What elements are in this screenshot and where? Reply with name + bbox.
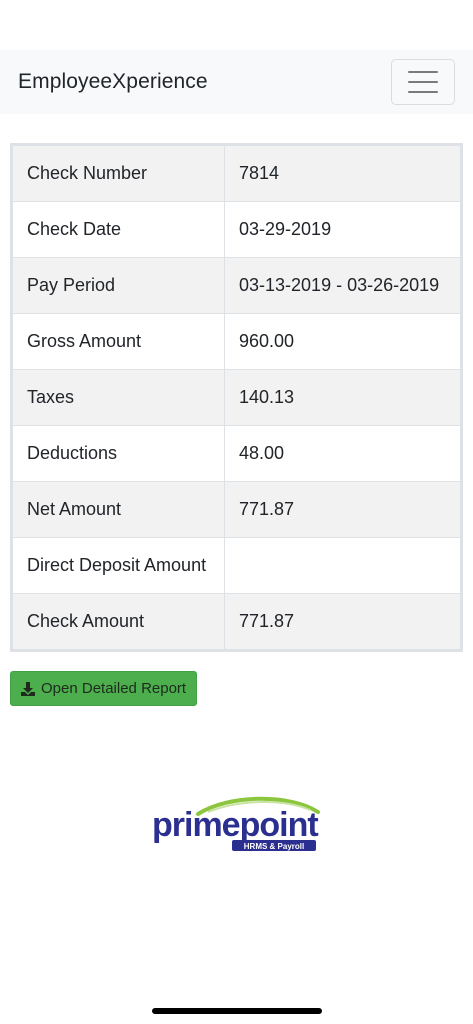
hamburger-menu-icon-line	[408, 81, 438, 83]
hamburger-menu-icon	[408, 71, 438, 73]
table-row: Net Amount 771.87	[12, 481, 461, 538]
open-detailed-report-label: Open Detailed Report	[41, 680, 187, 697]
status-bar-area	[0, 0, 473, 50]
row-label: Deductions	[12, 425, 225, 482]
row-value	[224, 537, 461, 594]
app-brand[interactable]: EmployeeXperience	[18, 70, 208, 94]
hamburger-menu-button[interactable]	[391, 59, 455, 105]
table-row: Check Number 7814	[12, 145, 461, 202]
top-navbar: EmployeeXperience	[0, 50, 473, 114]
row-label: Direct Deposit Amount	[12, 537, 225, 594]
row-value: 03-13-2019 - 03-26-2019	[224, 257, 461, 314]
open-detailed-report-button[interactable]: Open Detailed Report	[10, 671, 198, 706]
row-value: 140.13	[224, 369, 461, 426]
row-label: Check Date	[12, 201, 225, 258]
row-label: Taxes	[12, 369, 225, 426]
home-indicator[interactable]	[152, 1008, 322, 1014]
row-value: 03-29-2019	[224, 201, 461, 258]
table-row: Gross Amount 960.00	[12, 313, 461, 370]
table-row: Check Date 03-29-2019	[12, 201, 461, 258]
row-label: Check Amount	[12, 593, 225, 650]
row-label: Pay Period	[12, 257, 225, 314]
download-icon	[21, 681, 35, 696]
table-row: Deductions 48.00	[12, 425, 461, 482]
table-row: Direct Deposit Amount	[12, 537, 461, 594]
row-label: Net Amount	[12, 481, 225, 538]
row-label: Gross Amount	[12, 313, 225, 370]
check-details-table: Check Number 7814 Check Date 03-29-2019 …	[10, 143, 463, 652]
table-row: Pay Period 03-13-2019 - 03-26-2019	[12, 257, 461, 314]
svg-text:primepoint: primepoint	[152, 806, 318, 844]
row-value: 960.00	[224, 313, 461, 370]
row-value: 48.00	[224, 425, 461, 482]
row-value: 771.87	[224, 593, 461, 650]
table-row: Taxes 140.13	[12, 369, 461, 426]
table-row: Check Amount 771.87	[12, 593, 461, 650]
row-value: 771.87	[224, 481, 461, 538]
row-value: 7814	[224, 145, 461, 202]
hamburger-menu-icon-line	[408, 91, 438, 93]
row-label: Check Number	[12, 145, 225, 202]
svg-text:HRMS & Payroll: HRMS & Payroll	[244, 842, 304, 851]
primepoint-logo: primepoint HRMS & Payroll	[150, 796, 325, 856]
